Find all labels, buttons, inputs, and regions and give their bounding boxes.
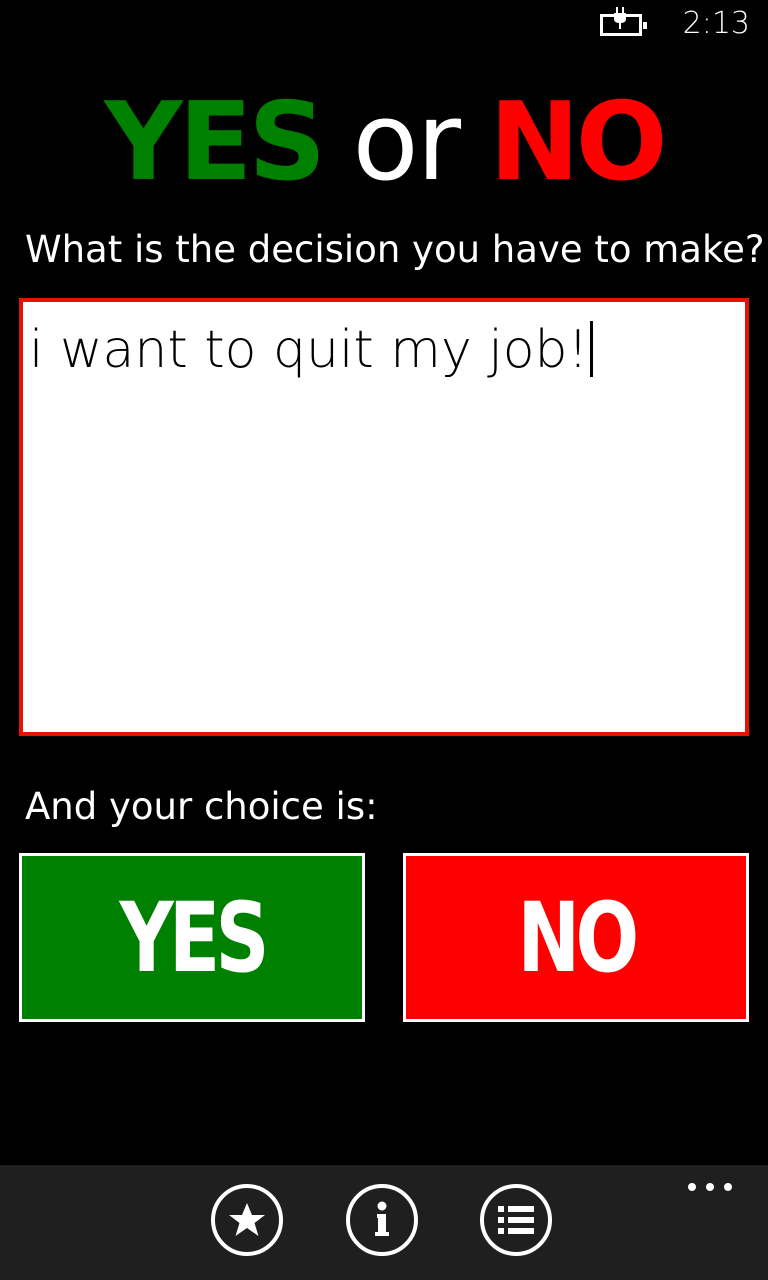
more-dots-icon[interactable] [688,1183,732,1195]
rate-button[interactable] [211,1184,283,1256]
yes-button-label: YES [119,881,269,994]
decision-input[interactable]: i want to quit my job! [19,298,749,736]
title-or: or [352,80,461,205]
decision-input-text: i want to quit my job! [29,320,589,380]
title-yes: YES [104,80,326,205]
list-button[interactable] [480,1184,552,1256]
list-icon [498,1206,534,1234]
star-icon [229,1203,265,1236]
status-time: 2:13 [682,6,750,41]
info-icon [375,1201,389,1236]
title-no: NO [489,80,667,205]
app-title: YES or NO [0,88,768,198]
no-button[interactable]: NO [403,853,749,1022]
choice-label: And your choice is: [25,785,378,828]
battery-charging-icon [600,7,647,36]
text-caret [590,321,594,377]
decision-prompt-label: What is the decision you have to make? [25,228,765,271]
status-bar: 2:13 [0,0,768,50]
yes-button[interactable]: YES [19,853,365,1022]
info-button[interactable] [346,1184,418,1256]
no-button-label: NO [517,881,640,994]
app-bar [0,1165,768,1280]
